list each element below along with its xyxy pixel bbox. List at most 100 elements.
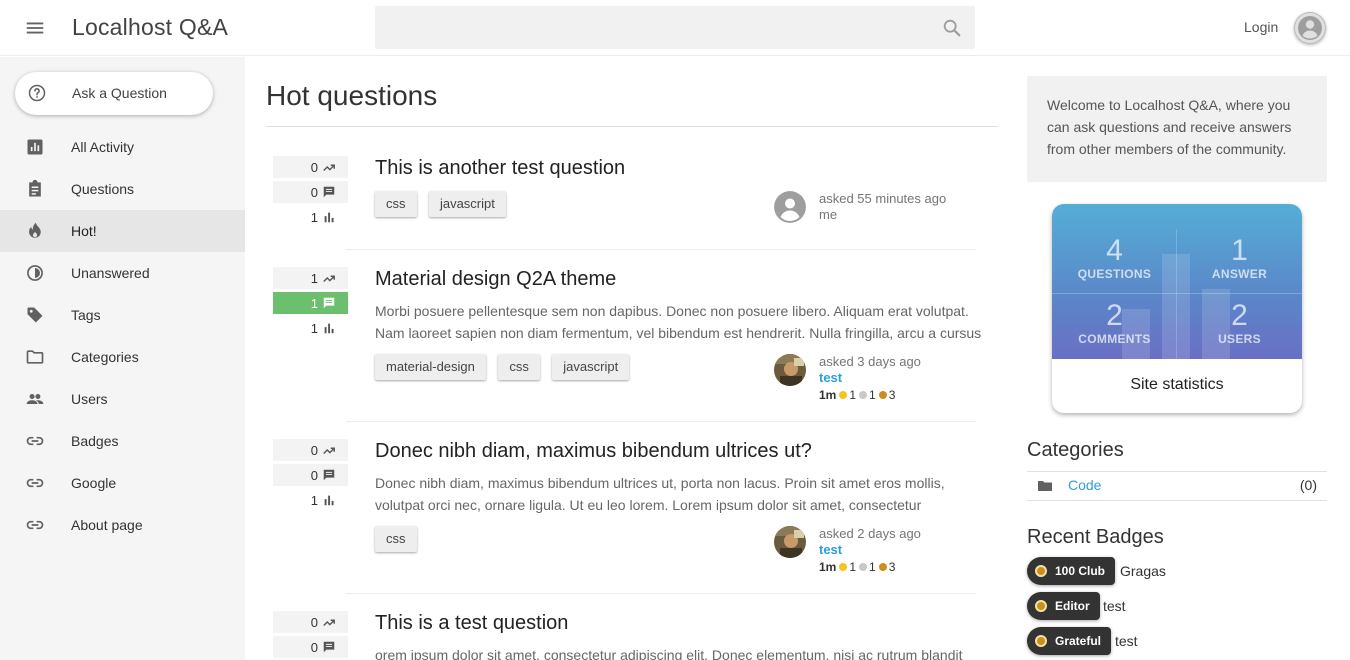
tag-chip[interactable]: css (498, 354, 540, 380)
divider (346, 249, 976, 250)
comment-icon (323, 641, 335, 653)
login-link[interactable]: Login (1244, 19, 1278, 35)
answers-count: 0 (273, 181, 348, 203)
sidebar-item-tags[interactable]: Tags (0, 294, 245, 336)
bronze-badge-icon (1035, 600, 1047, 612)
author-link[interactable]: test (819, 542, 921, 558)
flame-icon (29, 222, 41, 238)
sidebar-item-badges[interactable]: Badges (0, 420, 245, 462)
question-title[interactable]: This is a test question (375, 612, 568, 635)
badge-pill[interactable]: Editor (1027, 592, 1100, 620)
silver-badge-icon (859, 391, 868, 399)
votes-count: 1 (273, 267, 348, 289)
bronze-count: 3 (888, 388, 896, 402)
sidebar-item-categories[interactable]: Categories (0, 336, 245, 378)
author-reputation: 1m 1 1 3 (819, 387, 921, 403)
link-icon (26, 520, 44, 530)
sidebar-item-all-activity[interactable]: All Activity (0, 126, 245, 168)
badge-pill[interactable]: 100 Club (1027, 557, 1116, 585)
site-statistics-card[interactable]: 4 QUESTIONS 1 ANSWER 2 COMMENTS 2 USERS … (1052, 204, 1302, 413)
badge-pill[interactable]: Grateful (1027, 627, 1112, 655)
question-meta: asked 3 days ago test 1m 1 1 3 (819, 354, 921, 403)
bronze-badge-icon (1035, 635, 1047, 647)
bronze-count: 3 (888, 560, 896, 574)
views-count: 1 (273, 317, 348, 339)
sidebar-item-users[interactable]: Users (0, 378, 245, 420)
answers-count: 0 (273, 464, 348, 486)
bronze-badge-icon (878, 563, 887, 571)
sidebar-item-about-page[interactable]: About page (0, 504, 245, 546)
badge-user[interactable]: test (1115, 633, 1138, 649)
tag-chip[interactable]: javascript (428, 191, 506, 217)
divider (346, 421, 976, 422)
link-icon (26, 478, 44, 488)
stat-questions: 4 QUESTIONS (1052, 236, 1177, 282)
stats-panel: 4 QUESTIONS 1 ANSWER 2 COMMENTS 2 USERS (1052, 204, 1302, 359)
question-excerpt: orem ipsum dolor sit amet, consectetur a… (375, 644, 995, 660)
question-title[interactable]: This is another test question (375, 157, 625, 180)
tag-icon (27, 307, 43, 323)
votes-count: 0 (273, 611, 348, 633)
asked-time: asked 3 days ago (819, 354, 921, 369)
badge-name: Editor (1055, 599, 1090, 613)
sidebar-item-label: Users (71, 391, 108, 407)
question-tags: material-design css javascript (375, 354, 637, 380)
search-input[interactable] (375, 6, 925, 49)
ask-question-button[interactable]: Ask a Question (15, 72, 213, 115)
points: 1m (819, 388, 837, 402)
category-row[interactable]: Code (0) (1027, 473, 1327, 499)
folder-icon (1038, 481, 1052, 491)
stat-label: USERS (1218, 332, 1261, 346)
stat-comments: 2 COMMENTS (1052, 301, 1177, 347)
site-title[interactable]: Localhost Q&A (72, 14, 228, 41)
tag-chip[interactable]: css (375, 191, 417, 217)
hamburger-menu-icon[interactable] (24, 17, 46, 39)
top-bar: Localhost Q&A Login (0, 0, 1350, 56)
excerpt-line: orem ipsum dolor sit amet, consectetur a… (375, 647, 963, 660)
search-box (375, 6, 975, 49)
half-circle-icon (27, 265, 43, 281)
tag-chip[interactable]: css (375, 526, 417, 552)
trending-up-icon (323, 447, 335, 454)
question-item: 0 0 1 Donec nibh diam, maximus bibendum … (266, 439, 998, 579)
sidebar-item-label: Questions (71, 181, 135, 197)
asked-time: asked 2 days ago (819, 526, 921, 541)
author-link[interactable]: test (819, 370, 921, 386)
stat-answers: 1 ANSWER (1177, 236, 1302, 282)
stat-label: ANSWER (1211, 267, 1268, 281)
divider (1027, 471, 1327, 472)
gold-count: 1 (849, 560, 857, 574)
tag-chip[interactable]: material-design (375, 354, 486, 380)
excerpt-line: Donec nibh diam, maximus bibendum ultric… (375, 475, 945, 491)
category-name[interactable]: Code (1068, 477, 1101, 493)
sidebar-item-unanswered[interactable]: Unanswered (0, 252, 245, 294)
sidebar-item-label: Badges (71, 433, 119, 449)
question-counts: 0 0 (273, 611, 348, 660)
badge-user[interactable]: Gragas (1120, 563, 1166, 579)
badge-name: 100 Club (1055, 564, 1106, 578)
sidebar-nav: All Activity Questions Hot! Unanswered T… (0, 126, 245, 546)
sidebar-item-label: Categories (71, 349, 139, 365)
sidebar: Ask a Question All Activity Questions Ho… (0, 57, 245, 660)
sidebar-item-label: About page (71, 517, 143, 533)
sidebar-item-google[interactable]: Google (0, 462, 245, 504)
badge-name: Grateful (1055, 634, 1102, 648)
user-avatar[interactable] (1294, 12, 1326, 44)
badge-user[interactable]: test (1103, 598, 1126, 614)
search-icon[interactable] (941, 17, 963, 39)
sidebar-item-questions[interactable]: Questions (0, 168, 245, 210)
author-avatar[interactable] (774, 354, 806, 386)
question-tags: css (375, 526, 425, 552)
question-item: 0 0 1 This is another test question css … (266, 156, 998, 236)
bar-chart-icon (324, 323, 334, 334)
question-item: 0 0 This is a test question orem ipsum d… (266, 611, 998, 660)
views-count: 1 (273, 489, 348, 511)
author-avatar[interactable] (774, 191, 806, 223)
tag-chip[interactable]: javascript (552, 354, 630, 380)
folder-icon (26, 350, 44, 364)
author-reputation: 1m 1 1 3 (819, 559, 921, 575)
author-avatar[interactable] (774, 526, 806, 558)
question-title[interactable]: Donec nibh diam, maximus bibendum ultric… (375, 440, 812, 463)
sidebar-item-hot[interactable]: Hot! (0, 210, 245, 252)
question-title[interactable]: Material design Q2A theme (375, 268, 616, 291)
